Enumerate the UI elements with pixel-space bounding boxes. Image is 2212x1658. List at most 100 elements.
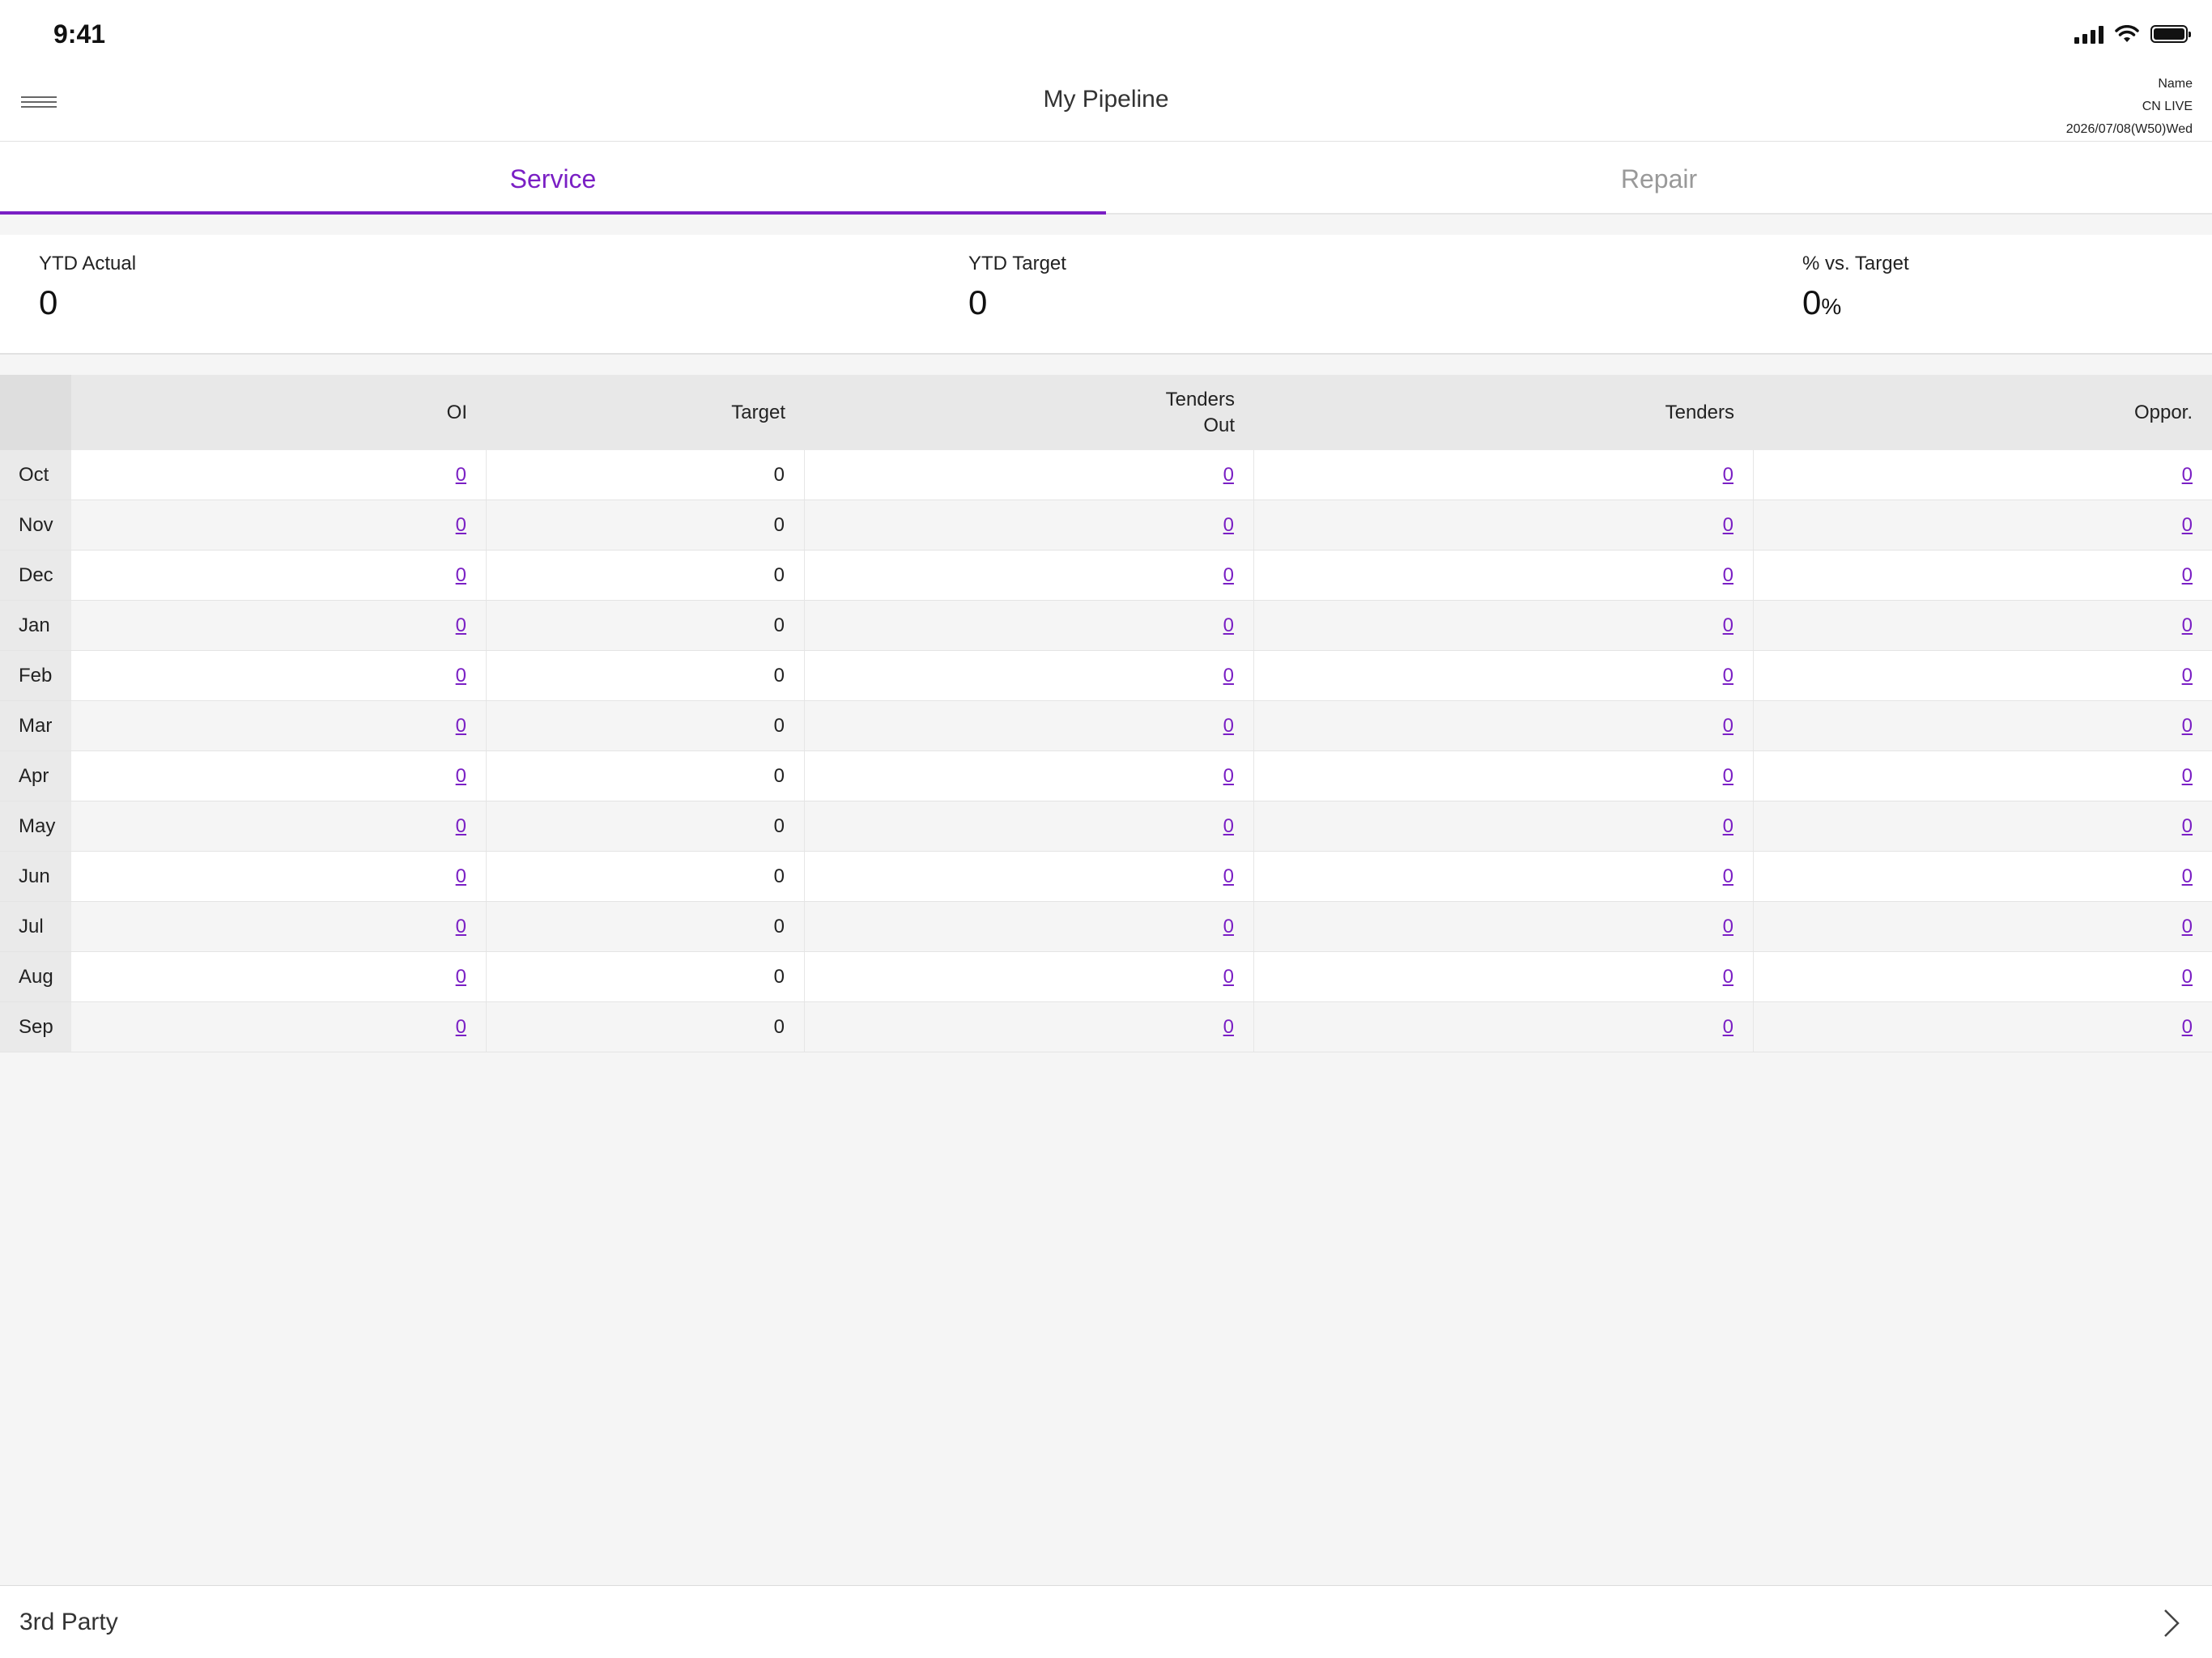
wifi-icon <box>2115 25 2139 42</box>
cell-oppor[interactable]: 0 <box>1754 801 2212 851</box>
cell-oi[interactable]: 0 <box>71 902 487 951</box>
table-row: Feb 0 0 0 0 0 <box>0 651 2212 701</box>
table-row: Sep 0 0 0 0 0 <box>0 1002 2212 1052</box>
environment-label: CN LIVE <box>2142 100 2193 113</box>
table-row: Nov 0 0 0 0 0 <box>0 500 2212 551</box>
tab-service[interactable]: Service <box>0 142 1106 215</box>
cell-oi[interactable]: 0 <box>71 601 487 650</box>
kpi-label: % vs. Target <box>1802 253 1909 274</box>
cell-target: 0 <box>487 1002 805 1052</box>
cell-oppor[interactable]: 0 <box>1754 551 2212 600</box>
cell-oi[interactable]: 0 <box>71 450 487 500</box>
cell-oppor[interactable]: 0 <box>1754 852 2212 901</box>
cell-target: 0 <box>487 500 805 550</box>
table-body: Oct 0 0 0 0 0 Nov 0 0 0 0 0 Dec 0 0 0 0 0 Jan 0 0 0 0 0 Feb 0 0 0 0 0… <box>0 450 2212 1052</box>
cell-oppor[interactable]: 0 <box>1754 952 2212 1001</box>
cell-tenders-out[interactable]: 0 <box>805 551 1254 600</box>
cell-oppor[interactable]: 0 <box>1754 450 2212 500</box>
tab-repair[interactable]: Repair <box>1106 142 2212 213</box>
status-icons <box>2074 24 2191 44</box>
cell-tenders-out[interactable]: 0 <box>805 801 1254 851</box>
cell-oppor[interactable]: 0 <box>1754 751 2212 801</box>
kpi-value: 0% <box>1802 283 1909 322</box>
cell-target: 0 <box>487 852 805 901</box>
cell-tenders[interactable]: 0 <box>1254 450 1754 500</box>
current-date: 2026/07/08(W50)Wed <box>2065 122 2193 136</box>
cell-tenders-out[interactable]: 0 <box>805 751 1254 801</box>
cell-oi[interactable]: 0 <box>71 801 487 851</box>
column-header-target: Target <box>731 401 785 423</box>
column-header-oi: OI <box>446 401 467 423</box>
cell-oi[interactable]: 0 <box>71 751 487 801</box>
cell-tenders[interactable]: 0 <box>1254 1002 1754 1052</box>
screen: 9:41 My Pipeline Name CN LIVE 2026/07/08… <box>0 0 2212 1658</box>
table-row: Oct 0 0 0 0 0 <box>0 450 2212 500</box>
kpi-ytd-actual: YTD Actual 0 <box>39 253 136 322</box>
cell-oi[interactable]: 0 <box>71 701 487 750</box>
app-header: My Pipeline Name CN LIVE 2026/07/08(W50)… <box>0 65 2212 142</box>
table-row: Aug 0 0 0 0 0 <box>0 952 2212 1002</box>
cell-tenders-out[interactable]: 0 <box>805 500 1254 550</box>
cell-oppor[interactable]: 0 <box>1754 1002 2212 1052</box>
table-row: Jan 0 0 0 0 0 <box>0 601 2212 651</box>
kpi-summary: YTD Actual 0 YTD Target 0 % vs. Target 0… <box>0 235 2212 355</box>
cell-tenders[interactable]: 0 <box>1254 902 1754 951</box>
cell-tenders-out[interactable]: 0 <box>805 651 1254 700</box>
cell-oi[interactable]: 0 <box>71 500 487 550</box>
cell-tenders[interactable]: 0 <box>1254 801 1754 851</box>
cell-oi[interactable]: 0 <box>71 852 487 901</box>
cell-tenders[interactable]: 0 <box>1254 500 1754 550</box>
cellular-signal-icon <box>2074 24 2104 44</box>
kpi-pct-vs-target: % vs. Target 0% <box>1802 253 1909 322</box>
pipeline-table: OI Target Tenders Out Tenders Oppor. Oct… <box>0 375 2212 1052</box>
cell-tenders[interactable]: 0 <box>1254 551 1754 600</box>
cell-target: 0 <box>487 751 805 801</box>
cell-tenders[interactable]: 0 <box>1254 701 1754 750</box>
column-header-tenders-out: Tenders Out <box>1165 388 1235 436</box>
chevron-right-icon <box>2164 1609 2180 1637</box>
cell-oppor[interactable]: 0 <box>1754 701 2212 750</box>
cell-oppor[interactable]: 0 <box>1754 601 2212 650</box>
row-month-label: Aug <box>0 952 71 1001</box>
user-name: Name <box>2158 77 2193 91</box>
cell-tenders-out[interactable]: 0 <box>805 701 1254 750</box>
table-corner <box>0 375 71 450</box>
row-month-label: Jun <box>0 852 71 901</box>
cell-oppor[interactable]: 0 <box>1754 651 2212 700</box>
table-row: Apr 0 0 0 0 0 <box>0 751 2212 801</box>
row-month-label: Nov <box>0 500 71 550</box>
kpi-value: 0 <box>39 283 58 321</box>
page-title: My Pipeline <box>1043 86 1169 113</box>
cell-tenders-out[interactable]: 0 <box>805 450 1254 500</box>
table-row: Mar 0 0 0 0 0 <box>0 701 2212 751</box>
table-row: Jun 0 0 0 0 0 <box>0 852 2212 902</box>
cell-tenders[interactable]: 0 <box>1254 852 1754 901</box>
cell-oi[interactable]: 0 <box>71 651 487 700</box>
cell-oppor[interactable]: 0 <box>1754 902 2212 951</box>
cell-tenders-out[interactable]: 0 <box>805 952 1254 1001</box>
cell-tenders[interactable]: 0 <box>1254 751 1754 801</box>
cell-tenders-out[interactable]: 0 <box>805 601 1254 650</box>
cell-tenders-out[interactable]: 0 <box>805 852 1254 901</box>
user-info: Name CN LIVE 2026/07/08(W50)Wed <box>2066 73 2193 141</box>
kpi-value: 0 <box>968 283 988 321</box>
cell-target: 0 <box>487 651 805 700</box>
kpi-value-number: 0 <box>1802 283 1822 321</box>
cell-oi[interactable]: 0 <box>71 952 487 1001</box>
cell-tenders[interactable]: 0 <box>1254 601 1754 650</box>
cell-tenders-out[interactable]: 0 <box>805 1002 1254 1052</box>
cell-tenders-out[interactable]: 0 <box>805 902 1254 951</box>
cell-oi[interactable]: 0 <box>71 551 487 600</box>
cell-oi[interactable]: 0 <box>71 1002 487 1052</box>
cell-tenders[interactable]: 0 <box>1254 952 1754 1001</box>
cell-tenders[interactable]: 0 <box>1254 651 1754 700</box>
cell-target: 0 <box>487 701 805 750</box>
cell-oppor[interactable]: 0 <box>1754 500 2212 550</box>
cell-target: 0 <box>487 801 805 851</box>
cell-target: 0 <box>487 952 805 1001</box>
third-party-link[interactable]: 3rd Party <box>0 1585 2212 1658</box>
status-bar: 9:41 <box>0 0 2212 65</box>
kpi-label: YTD Target <box>968 253 1066 274</box>
row-month-label: May <box>0 801 71 851</box>
table-row: Jul 0 0 0 0 0 <box>0 902 2212 952</box>
